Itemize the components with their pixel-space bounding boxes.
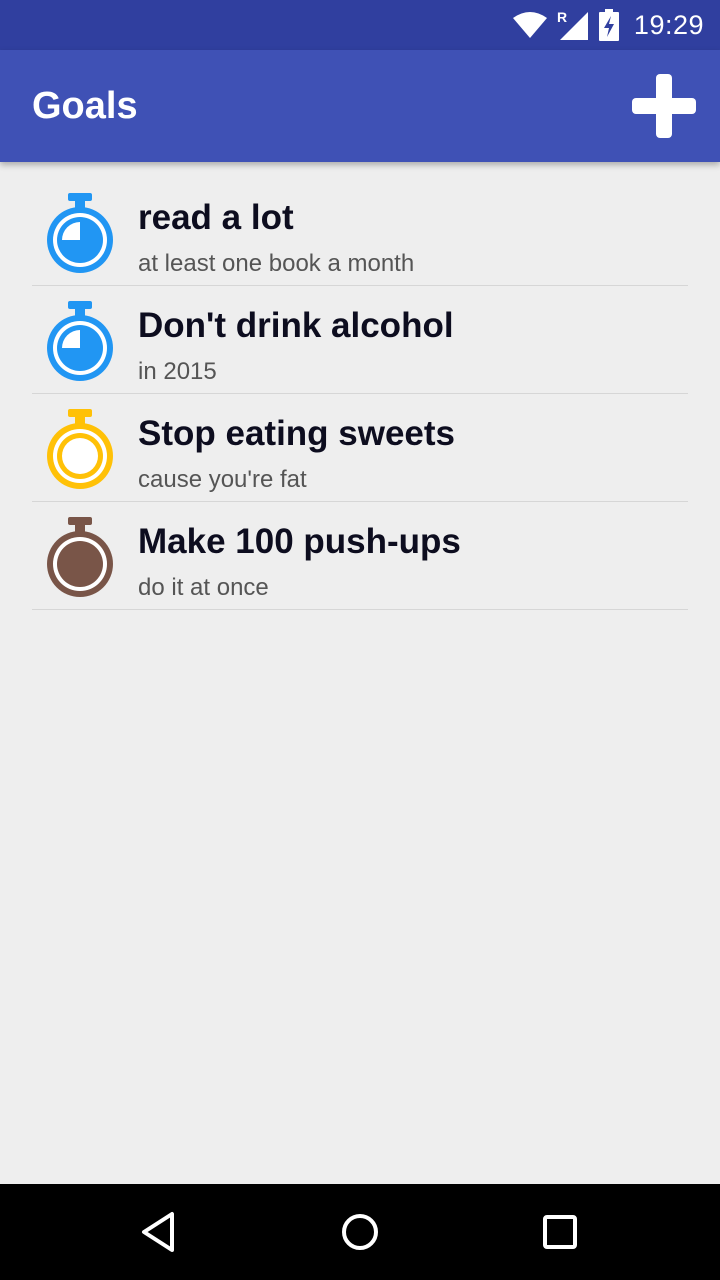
goal-list-item[interactable]: Make 100 push-ups do it at once (32, 502, 688, 610)
page-title: Goals (32, 85, 138, 127)
app-bar: Goals (0, 50, 720, 162)
roaming-indicator: R (557, 9, 567, 25)
status-time: 19:29 (633, 9, 704, 40)
goal-title: Make 100 push-ups (138, 522, 461, 561)
goal-title: Stop eating sweets (138, 414, 456, 453)
navigation-bar (0, 1184, 720, 1280)
stopwatch-icon (47, 301, 113, 381)
goal-subtitle: at least one book a month (138, 250, 415, 277)
home-icon[interactable] (332, 1204, 388, 1260)
plus-icon (632, 74, 696, 138)
recents-icon[interactable] (532, 1204, 588, 1260)
stopwatch-icon (47, 193, 113, 273)
stopwatch-icon (47, 517, 113, 597)
goal-list: read a lot at least one book a month Don… (0, 178, 720, 610)
signal-icon: R (557, 9, 588, 40)
goal-subtitle: do it at once (138, 574, 269, 601)
goal-title: Don't drink alcohol (138, 306, 454, 345)
goal-subtitle: cause you're fat (138, 466, 307, 493)
wifi-icon (512, 12, 547, 38)
back-icon[interactable] (132, 1204, 188, 1260)
status-bar: R 19:29 (0, 0, 720, 50)
goal-list-item[interactable]: Stop eating sweets cause you're fat (32, 394, 688, 502)
status-icons: R 19:29 (512, 0, 704, 50)
battery-charging-icon (598, 9, 619, 41)
add-goal-button[interactable] (632, 74, 696, 138)
goal-title: read a lot (138, 198, 294, 237)
stopwatch-icon (47, 409, 113, 489)
goal-subtitle: in 2015 (138, 358, 217, 385)
goal-list-item[interactable]: Don't drink alcohol in 2015 (32, 286, 688, 394)
goal-list-item[interactable]: read a lot at least one book a month (32, 178, 688, 286)
